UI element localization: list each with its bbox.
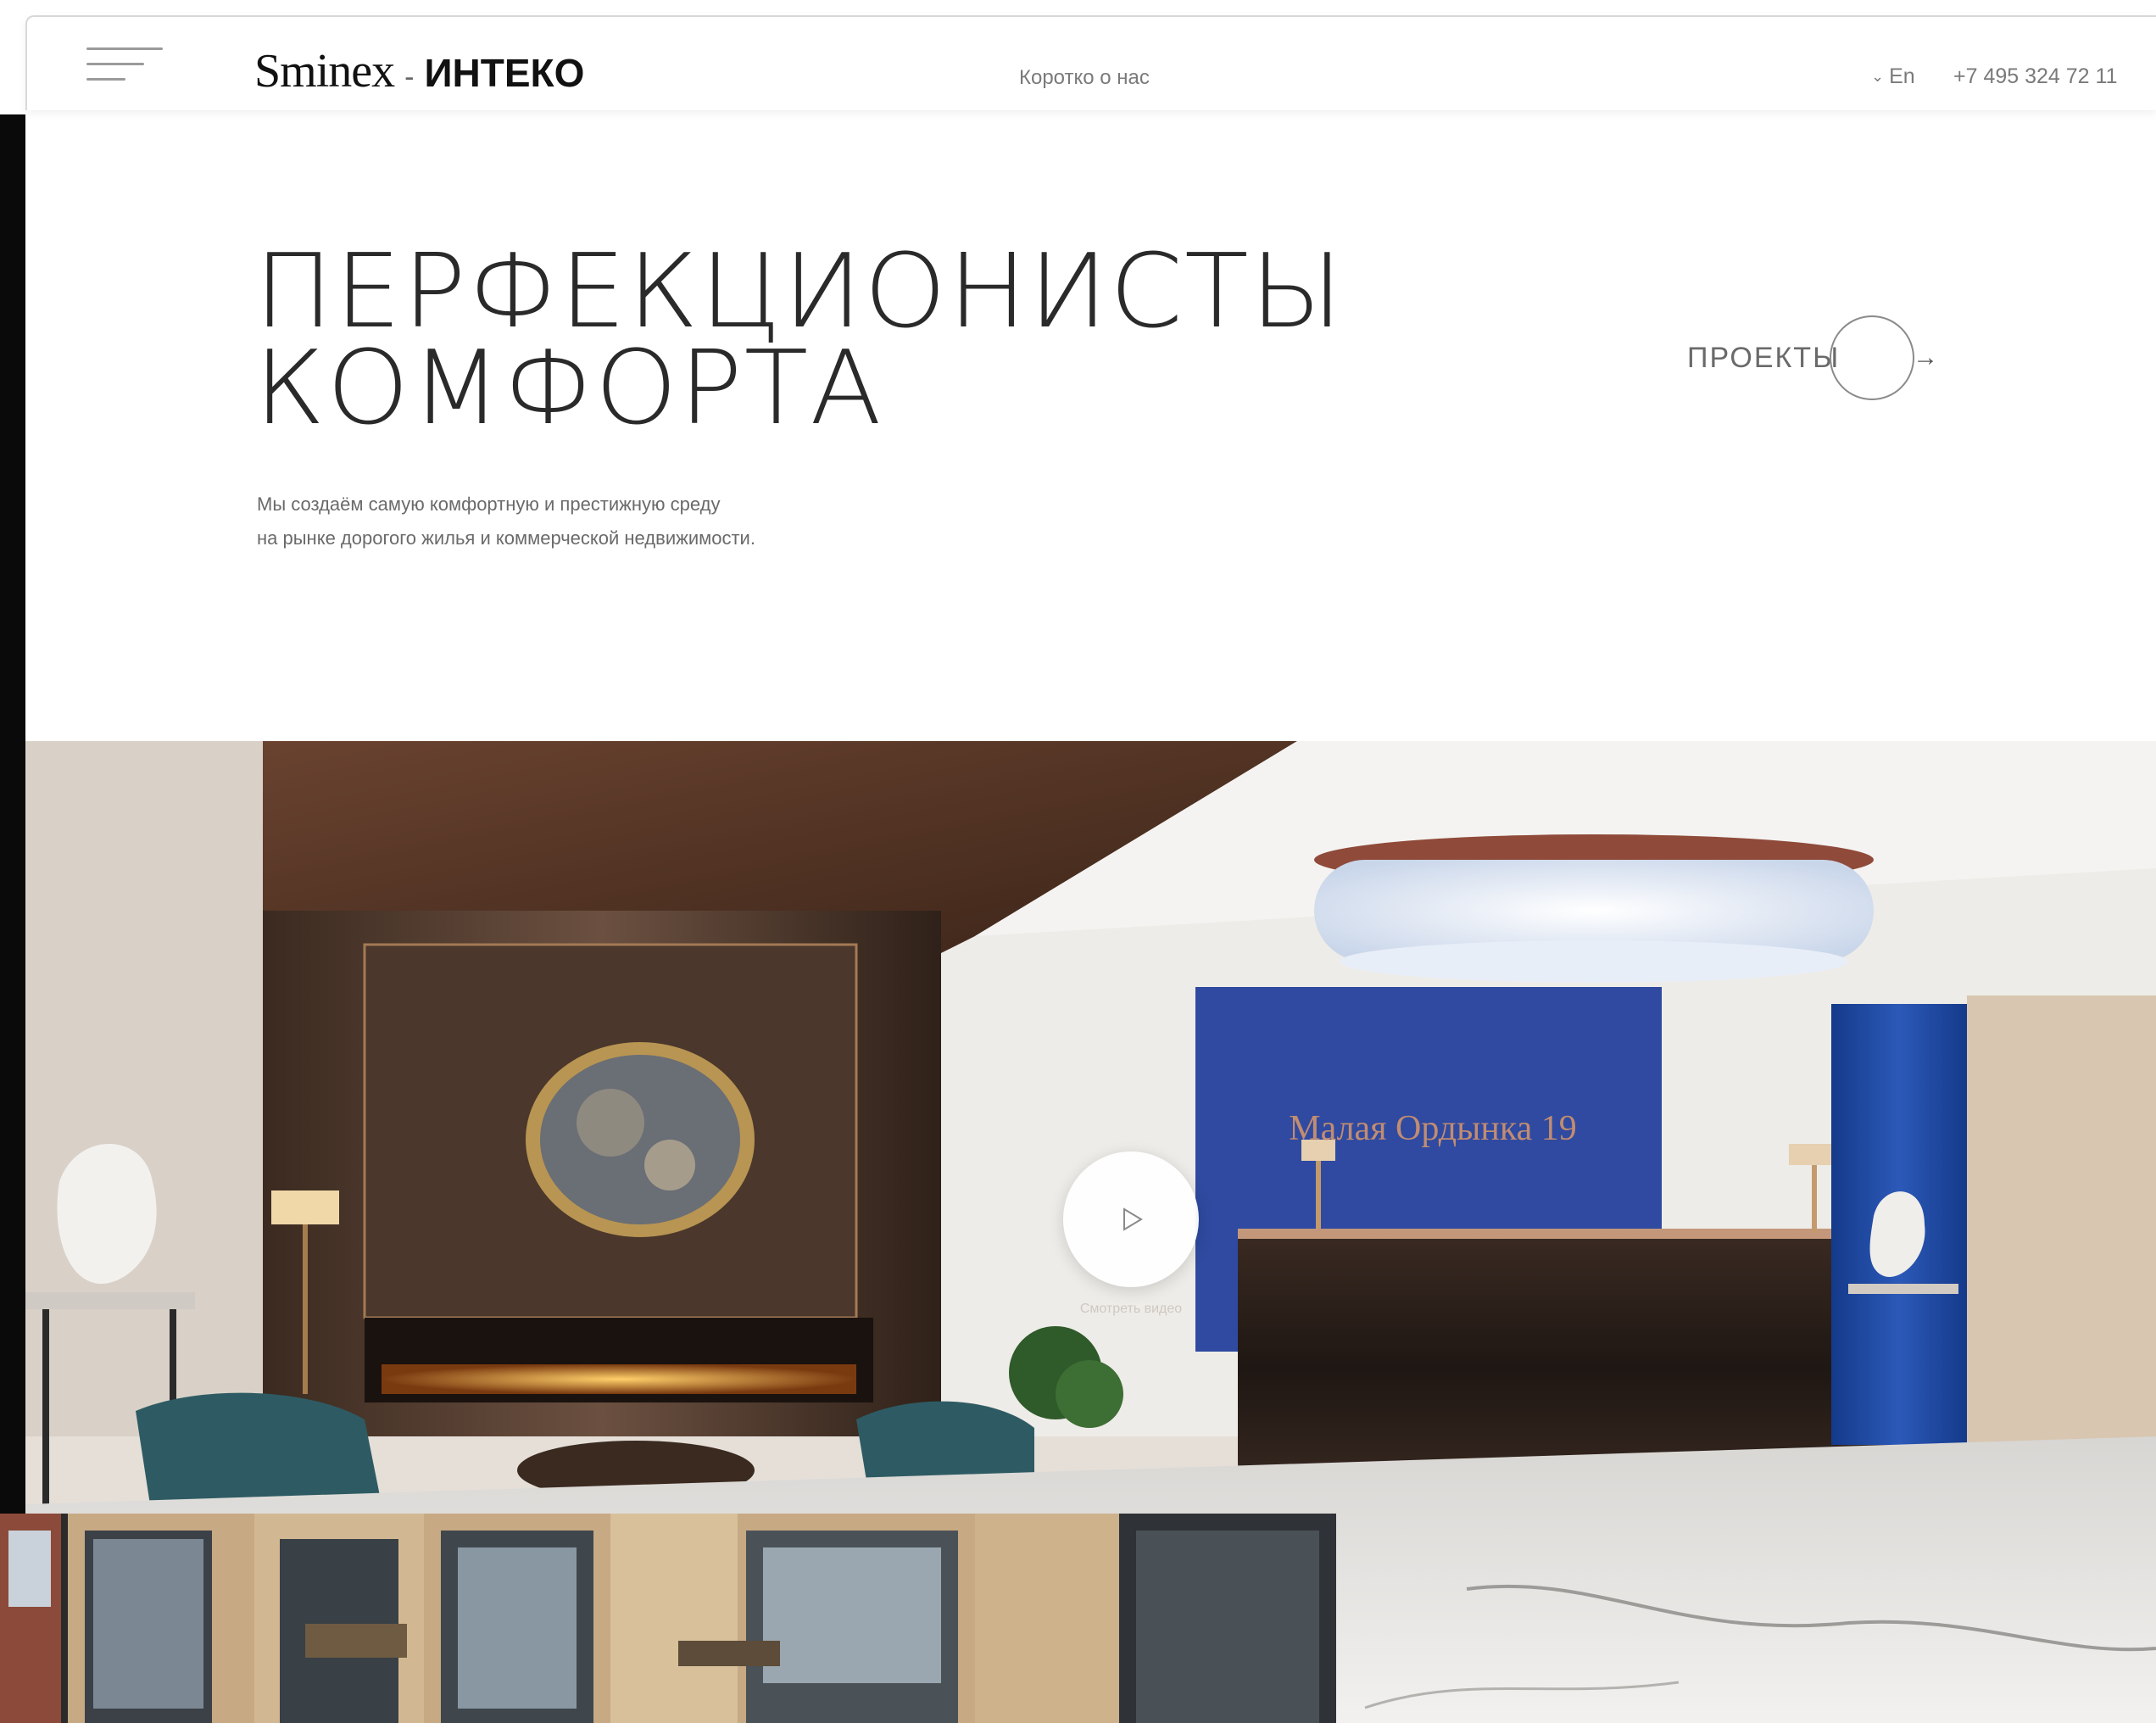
logo-brand-inteko: ИНТЕКО [424, 51, 585, 95]
hero-title-line-2: КОМФОРТА [254, 330, 883, 448]
nav-about-link[interactable]: Коротко о нас [1019, 66, 1150, 90]
play-icon [1123, 1207, 1143, 1231]
play-video-caption: Смотреть видео [1079, 1302, 1183, 1316]
arrow-right-icon: → [1913, 343, 1939, 371]
language-label: En [1889, 64, 1915, 88]
hero-description-line-2: на рынке дорогого жилья и коммерческой н… [257, 527, 755, 549]
logo-brand-sminex: Sminex [254, 45, 395, 98]
reception-sign: Малая Ордынка 19 [1289, 1109, 1577, 1148]
chevron-down-icon: ⌄ [1871, 68, 1885, 85]
language-switcher[interactable]: ⌄ En [1871, 64, 1915, 89]
hero-description-line-1: Мы создаём самую комфортную и престижную… [257, 493, 721, 515]
left-edge-bar [0, 114, 25, 1514]
hero-title-line-1: ПЕРФЕКЦИОНИСТЫ [254, 233, 1345, 351]
hero-description: Мы создаём самую комфортную и престижную… [257, 488, 1020, 555]
phone-link[interactable]: +7 495 324 72 11 [1953, 64, 2117, 89]
projects-button[interactable]: ПРОЕКТЫ → [1687, 315, 1938, 400]
projects-circle [1830, 315, 1915, 400]
play-video-button[interactable] [1063, 1151, 1199, 1287]
hamburger-icon[interactable] [86, 47, 163, 85]
hero-title: ПЕРФЕКЦИОНИСТЫ КОМФОРТА [254, 233, 1345, 448]
projects-label: ПРОЕКТЫ [1687, 341, 1841, 374]
logo-separator: - [404, 61, 415, 93]
logo[interactable]: Sminex - ИНТЕКО [254, 44, 585, 98]
site-header: Sminex - ИНТЕКО Коротко о нас ⌄ En +7 49… [25, 15, 2156, 110]
building-facade-image [0, 1514, 1336, 1723]
